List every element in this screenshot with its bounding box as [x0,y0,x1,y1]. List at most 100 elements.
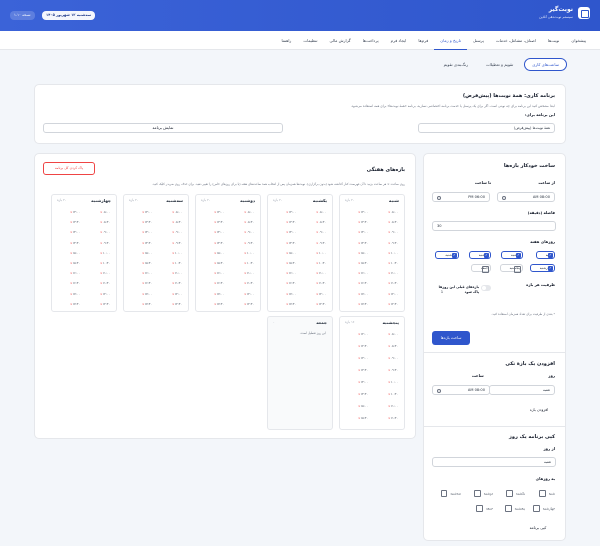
nav-item[interactable]: نوبت‌ها [542,31,566,50]
time-slot[interactable]: ۰۹:۰۰× [167,229,182,236]
time-slot[interactable]: ۰۸:۰۰× [95,209,110,216]
tab[interactable]: رنگ‌بندی تقویم [437,59,475,71]
time-slot[interactable]: ۰۹:۰۰× [95,229,110,236]
time-slot[interactable]: ۰۹:۳۰× [383,240,398,247]
time-slot[interactable]: ۱۱:۰۰× [383,270,398,277]
copy-day-checkbox[interactable]: دوشنبه [474,490,493,497]
time-slot[interactable]: ۱۷:۰۰× [65,291,80,298]
time-slot[interactable]: ۱۷:۰۰× [281,291,296,298]
time-slot[interactable]: ۱۰:۳۰× [95,260,110,267]
weekday-checkbox[interactable]: پنجشنبه [499,264,523,273]
time-slot[interactable]: ۱۱:۳۰× [167,280,182,287]
time-slot[interactable]: ۰۸:۰۰× [383,209,398,216]
time-slot[interactable]: ۰۸:۳۰× [383,219,398,226]
time-slot[interactable]: ۱۲:۰۰× [311,291,326,298]
time-slot[interactable]: ۱۴:۳۰× [137,240,152,247]
time-slot[interactable]: ۰۹:۳۰× [311,240,326,247]
time-slot[interactable]: ۱۰:۳۰× [167,260,182,267]
tab[interactable]: تقویم و تعطیلات [479,59,520,71]
time-slot[interactable]: ۱۷:۳۰× [353,301,368,308]
time-slot[interactable]: ۱۰:۳۰× [383,391,398,398]
weekday-checkbox[interactable]: دوشنبه [468,251,491,259]
single-day-select[interactable]: شنبه [489,385,555,395]
copy-day-checkbox[interactable]: شنبه [539,490,555,497]
time-slot[interactable]: ۱۴:۳۰× [281,240,296,247]
time-slot[interactable]: ۰۸:۰۰× [167,209,182,216]
nav-item[interactable]: اصناف، مشاغل، خدمات [490,31,542,50]
add-slot-button[interactable]: افزودن بازه [523,405,555,415]
time-slot[interactable]: ۱۷:۳۰× [65,301,80,308]
time-slot[interactable]: ۱۲:۳۰× [239,301,254,308]
time-slot[interactable]: ۰۹:۳۰× [167,240,182,247]
time-slot[interactable]: ۱۱:۰۰× [239,270,254,277]
time-slot[interactable]: ۱۱:۳۰× [311,280,326,287]
time-slot[interactable]: ۱۲:۳۰× [383,301,398,308]
clear-all-button[interactable]: پاک کردن کل برنامه [43,162,95,175]
time-slot[interactable]: ۱۶:۰۰× [209,270,224,277]
time-slot[interactable]: ۱۲:۰۰× [353,331,368,338]
weekday-checkbox[interactable]: یکشنبه [500,251,523,259]
time-slot[interactable]: ۰۹:۳۰× [383,367,398,374]
time-slot[interactable]: ۰۸:۳۰× [383,343,398,350]
nav-item[interactable]: فرم‌ها [412,31,434,50]
time-slot[interactable]: ۱۳:۰۰× [353,355,368,362]
time-slot[interactable]: ۱۴:۰۰× [353,229,368,236]
time-slot[interactable]: ۱۵:۰۰× [65,250,80,257]
time-slot[interactable]: ۰۸:۰۰× [239,209,254,216]
time-slot[interactable]: ۱۵:۳۰× [353,260,368,267]
time-slot[interactable]: ۱۷:۳۰× [209,301,224,308]
time-slot[interactable]: ۰۸:۳۰× [311,219,326,226]
time-slot[interactable]: ۱۵:۳۰× [65,260,80,267]
time-slot[interactable]: ۱۶:۰۰× [65,270,80,277]
copy-day-checkbox[interactable]: چهارشنبه [533,505,555,512]
weekday-checkbox[interactable]: سه‌شنبه [435,251,459,259]
nav-item[interactable]: پرسنل [467,31,490,50]
time-slot[interactable]: ۱۴:۳۰× [353,391,368,398]
time-slot[interactable]: ۱۱:۰۰× [167,270,182,277]
time-slot[interactable]: ۱۶:۳۰× [353,280,368,287]
time-slot[interactable]: ۱۲:۳۰× [311,301,326,308]
time-slot[interactable]: ۱۳:۰۰× [353,209,368,216]
to-time-input[interactable]: 06:00 PM [432,192,490,202]
time-slot[interactable]: ۱۵:۰۰× [209,250,224,257]
time-slot[interactable]: ۱۷:۰۰× [209,291,224,298]
time-slot[interactable]: ۱۳:۳۰× [353,219,368,226]
time-slot[interactable]: ۱۰:۰۰× [95,250,110,257]
time-slot[interactable]: ۰۹:۰۰× [239,229,254,236]
time-slot[interactable]: ۱۰:۳۰× [311,260,326,267]
time-slot[interactable]: ۱۳:۰۰× [281,209,296,216]
time-slot[interactable]: ۰۸:۰۰× [311,209,326,216]
time-slot[interactable]: ۱۲:۰۰× [239,291,254,298]
time-slot[interactable]: ۱۷:۰۰× [353,291,368,298]
time-slot[interactable]: ۰۸:۰۰× [383,331,398,338]
time-slot[interactable]: ۱۵:۰۰× [281,250,296,257]
time-slot[interactable]: ۱۳:۰۰× [209,209,224,216]
nav-item[interactable]: راهنما [275,31,297,50]
nav-item[interactable]: تنظیمات [297,31,323,50]
time-slot[interactable]: ۱۳:۳۰× [281,219,296,226]
time-slot[interactable]: ۱۰:۰۰× [311,250,326,257]
time-slot[interactable]: ۱۵:۳۰× [137,260,152,267]
copy-schedule-button[interactable]: کپی برنامه [521,523,555,533]
schedule-select[interactable]: همهٔ نوبت‌ها (پیش‌فرض) [418,123,555,133]
time-slot[interactable]: ۱۰:۳۰× [239,260,254,267]
time-slot[interactable]: ۱۶:۰۰× [353,270,368,277]
generate-slots-button[interactable]: ساخت بازه‌ها [432,331,470,345]
time-slot[interactable]: ۱۶:۰۰× [137,270,152,277]
copy-day-checkbox[interactable]: سه‌شنبه [441,490,461,497]
weekday-checkbox[interactable]: جمعه [470,264,491,273]
time-slot[interactable]: ۱۴:۰۰× [353,379,368,386]
time-slot[interactable]: ۱۳:۰۰× [65,209,80,216]
time-slot[interactable]: ۰۹:۳۰× [239,240,254,247]
time-slot[interactable]: ۰۸:۳۰× [239,219,254,226]
time-slot[interactable]: ۰۸:۳۰× [95,219,110,226]
time-slot[interactable]: ۱۰:۰۰× [239,250,254,257]
nav-item[interactable]: پیشخوان [565,31,592,50]
nav-item[interactable]: تاریخ و زمان [434,31,467,50]
nav-item[interactable]: ایجاد فرم [385,31,413,50]
weekday-checkbox[interactable]: شنبه [535,251,555,259]
time-slot[interactable]: ۱۴:۰۰× [209,229,224,236]
time-slot[interactable]: ۱۴:۰۰× [137,229,152,236]
time-slot[interactable]: ۰۹:۰۰× [311,229,326,236]
time-slot[interactable]: ۱۳:۳۰× [353,367,368,374]
